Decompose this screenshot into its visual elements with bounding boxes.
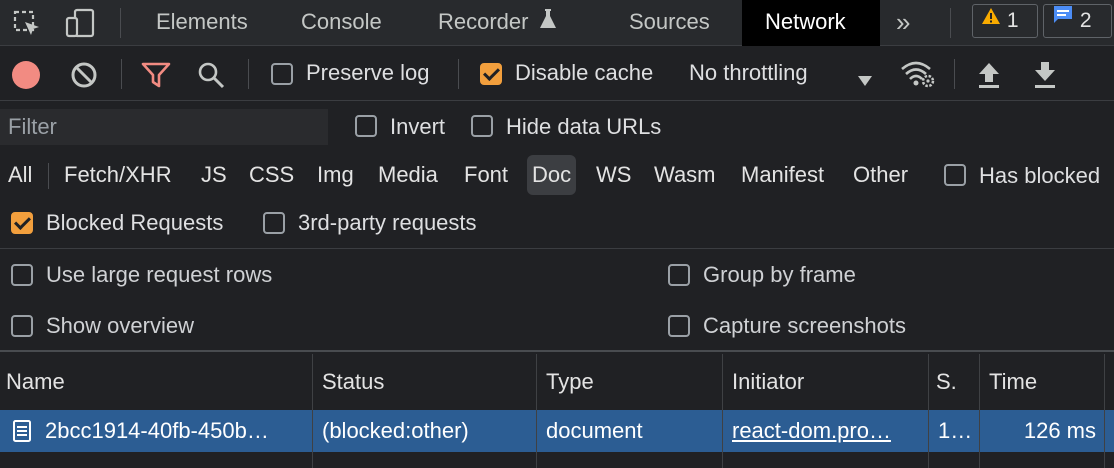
capture-screenshots-label: Capture screenshots <box>703 313 906 338</box>
type-filter-css[interactable]: CSS <box>244 155 299 195</box>
tab-elements[interactable]: Elements <box>156 0 248 46</box>
cell-time: 126 ms <box>1023 418 1096 443</box>
tab-recorder-label: Recorder <box>438 9 529 34</box>
hide-data-urls-label: Hide data URLs <box>506 114 662 139</box>
warning-icon <box>981 3 1001 35</box>
disable-cache-label: Disable cache <box>515 60 654 85</box>
show-overview-checkbox[interactable] <box>11 315 33 337</box>
network-conditions-icon[interactable] <box>900 59 936 95</box>
type-filter-fetch-xhr[interactable]: Fetch/XHR <box>59 155 177 195</box>
tab-network[interactable]: Network <box>742 0 880 46</box>
type-filter-font[interactable]: Font <box>459 155 513 195</box>
tab-recorder[interactable]: Recorder <box>438 0 557 46</box>
has-blocked-cookies-checkbox[interactable] <box>944 164 966 186</box>
hide-data-urls-checkbox[interactable] <box>471 115 493 137</box>
third-party-checkbox[interactable] <box>263 212 285 234</box>
invert-checkbox[interactable] <box>355 115 377 137</box>
device-toolbar-icon[interactable] <box>64 7 96 39</box>
network-settings-pane: Use large request rows Group by frame Sh… <box>0 250 1114 352</box>
more-tabs-button[interactable]: » <box>896 0 910 46</box>
type-filter-manifest[interactable]: Manifest <box>736 155 829 195</box>
group-by-frame-checkbox[interactable] <box>668 264 690 286</box>
column-header-initiator[interactable]: Initiator <box>726 354 804 410</box>
clear-icon[interactable] <box>70 61 98 95</box>
blocked-requests-label: Blocked Requests <box>46 210 224 235</box>
group-by-frame-label: Group by frame <box>703 262 856 287</box>
inspect-element-icon[interactable] <box>12 9 42 39</box>
resource-type-filter: All Fetch/XHR JS CSS Img Media Font Doc … <box>0 153 1114 199</box>
type-filter-doc[interactable]: Doc <box>527 155 577 195</box>
type-filter-img[interactable]: Img <box>312 155 359 195</box>
cell-size: 1… <box>938 418 973 443</box>
search-icon[interactable] <box>197 61 225 95</box>
cell-initiator-link[interactable]: react-dom.pro… <box>732 410 922 452</box>
messages-badge[interactable]: 2 <box>1043 4 1112 38</box>
column-header-size[interactable]: S. <box>930 354 957 410</box>
messages-count: 2 <box>1079 9 1092 32</box>
throttling-select[interactable]: No throttling <box>689 55 879 93</box>
invert-label: Invert <box>390 114 446 139</box>
filter-row: Invert Hide data URLs <box>0 101 1114 153</box>
warnings-badge[interactable]: 1 <box>972 4 1038 38</box>
flask-icon <box>539 1 557 45</box>
import-har-icon[interactable] <box>976 61 1002 95</box>
type-filter-js[interactable]: JS <box>196 155 232 195</box>
column-header-name[interactable]: Name <box>0 354 65 410</box>
throttling-value: No throttling <box>689 60 808 85</box>
disable-cache-checkbox[interactable] <box>480 63 502 85</box>
warnings-count: 1 <box>1006 9 1019 32</box>
capture-screenshots-checkbox[interactable] <box>668 315 690 337</box>
cell-status: (blocked:other) <box>322 418 469 443</box>
record-icon[interactable] <box>12 61 40 89</box>
dropdown-arrow-icon <box>857 67 873 93</box>
cell-name[interactable]: 2bcc1914-40fb-450b… <box>45 410 307 452</box>
blocked-filter-row: Blocked Requests 3rd-party requests <box>0 199 1114 249</box>
large-rows-checkbox[interactable] <box>11 264 33 286</box>
tab-console[interactable]: Console <box>301 0 382 46</box>
type-filter-other[interactable]: Other <box>848 155 913 195</box>
third-party-label: 3rd-party requests <box>298 210 477 235</box>
column-header-status[interactable]: Status <box>316 354 384 410</box>
column-header-time[interactable]: Time <box>983 354 1037 410</box>
preserve-log-checkbox[interactable] <box>271 63 293 85</box>
type-filter-all[interactable]: All <box>3 155 37 195</box>
requests-table: Name Status Type Initiator S. Time 2bcc1… <box>0 354 1114 468</box>
cell-type: document <box>546 418 643 443</box>
document-icon <box>12 420 32 448</box>
filter-icon[interactable] <box>141 62 171 94</box>
export-har-icon[interactable] <box>1032 61 1058 95</box>
large-rows-label: Use large request rows <box>46 262 273 287</box>
blocked-requests-checkbox[interactable] <box>11 212 33 234</box>
type-filter-media[interactable]: Media <box>373 155 443 195</box>
devtools-tab-bar: Elements Console Recorder Sources Networ… <box>0 0 1114 46</box>
type-filter-ws[interactable]: WS <box>591 155 636 195</box>
show-overview-label: Show overview <box>46 313 194 338</box>
type-filter-wasm[interactable]: Wasm <box>649 155 721 195</box>
tab-sources[interactable]: Sources <box>629 0 710 46</box>
preserve-log-label: Preserve log <box>306 60 430 85</box>
tab-network-label: Network <box>765 9 846 34</box>
has-blocked-label: Has blocked <box>979 163 1101 188</box>
filter-input[interactable] <box>0 109 328 145</box>
network-toolbar: Preserve log Disable cache No throttling <box>0 47 1114 101</box>
column-header-type[interactable]: Type <box>540 354 594 410</box>
message-icon <box>1052 3 1074 35</box>
